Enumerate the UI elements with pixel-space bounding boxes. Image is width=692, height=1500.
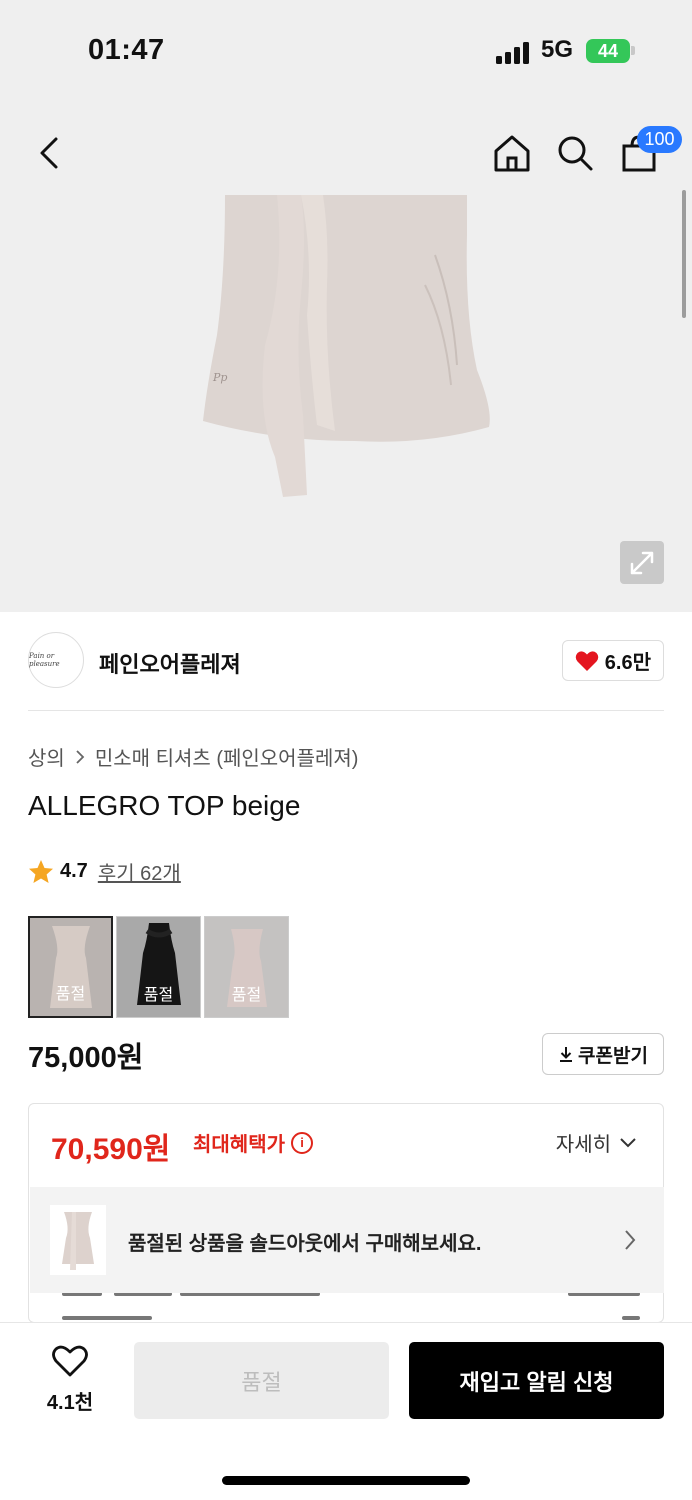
search-button[interactable] <box>552 130 598 176</box>
chevron-down-icon <box>620 1137 636 1147</box>
breadcrumb: 상의 민소매 티셔츠 (페인오어플레져) <box>28 742 358 771</box>
wishlist-button[interactable]: 4.1천 <box>40 1345 100 1415</box>
brand-logo-text: Pain or pleasure <box>29 652 60 668</box>
brand-like-button[interactable]: 6.6만 <box>561 640 664 681</box>
brand-name[interactable]: 페인오어플레져 <box>99 647 241 679</box>
home-indicator[interactable] <box>222 1476 470 1485</box>
product-price: 75,000원 <box>28 1042 144 1074</box>
network-label: 5G <box>541 36 574 63</box>
svg-text:Pp: Pp <box>212 371 227 384</box>
product-image-area[interactable]: Pp 01:47 5G 44 100 <box>0 0 692 612</box>
star-icon <box>29 859 53 883</box>
signal-icon <box>496 40 532 64</box>
max-benefit-text: 최대혜택가 <box>193 1134 285 1156</box>
download-icon <box>560 1047 573 1062</box>
divider <box>28 710 664 711</box>
banner-product-image <box>62 1212 94 1270</box>
search-icon <box>558 136 593 171</box>
coupon-label: 쿠폰받기 <box>578 1045 648 1067</box>
home-icon <box>494 135 530 172</box>
swatch-soldout-label: 품절 <box>143 987 174 1004</box>
status-bar: 01:47 5G 44 <box>0 0 692 100</box>
top-nav <box>0 120 692 184</box>
swatch-soldout-label: 품절 <box>55 986 86 1003</box>
info-icon[interactable]: i <box>291 1131 313 1154</box>
rating-row: 4.7 후기 62개 <box>28 857 181 886</box>
expand-icon <box>630 551 654 574</box>
cart-count-badge: 100 <box>637 126 682 153</box>
swatch-black[interactable]: 품절 <box>116 916 201 1018</box>
back-button[interactable] <box>26 130 72 176</box>
max-benefit-label: 최대혜택가 i <box>193 1128 313 1157</box>
chevron-right-icon <box>76 749 85 764</box>
soldout-banner[interactable]: 품절된 상품을 솔드아웃에서 구매해보세요. <box>30 1187 664 1293</box>
bottom-action-bar: 4.1천 품절 재입고 알림 신청 <box>0 1322 692 1500</box>
soldout-button: 품절 <box>134 1342 389 1419</box>
battery-icon: 44 <box>586 39 630 63</box>
scrollbar[interactable] <box>682 190 686 318</box>
brand-like-count: 6.6만 <box>604 652 651 674</box>
heart-outline-icon <box>52 1345 88 1377</box>
chevron-right-icon <box>625 1230 636 1250</box>
status-time: 01:47 <box>88 34 165 66</box>
battery-tip <box>631 46 635 55</box>
brand-logo[interactable]: Pain or pleasure <box>28 632 84 688</box>
banner-product-thumbnail <box>50 1205 106 1275</box>
soldout-banner-text: 품절된 상품을 솔드아웃에서 구매해보세요. <box>128 1233 482 1255</box>
back-icon <box>40 137 58 169</box>
battery-level: 44 <box>597 41 619 61</box>
wishlist-count: 4.1천 <box>46 1392 94 1414</box>
coupon-button[interactable]: 쿠폰받기 <box>542 1033 664 1075</box>
breadcrumb-category[interactable]: 상의 <box>28 742 65 771</box>
expand-image-button[interactable] <box>620 541 664 584</box>
color-swatches: 품절 품절 품절 <box>28 916 289 1018</box>
swatch-soldout-label: 품절 <box>231 987 262 1004</box>
max-benefit-price: 70,590원 <box>51 1133 171 1166</box>
breadcrumb-subcategory[interactable]: 민소매 티셔츠 (페인오어플레져) <box>95 742 359 771</box>
swatch-beige[interactable]: 품절 <box>28 916 113 1018</box>
product-title: ALLEGRO TOP beige <box>28 790 301 821</box>
restock-alert-button[interactable]: 재입고 알림 신청 <box>409 1342 664 1419</box>
rating-value: 4.7 <box>60 860 88 882</box>
home-button[interactable] <box>489 130 535 176</box>
detail-label: 자세히 <box>555 1134 611 1156</box>
swatch-pink[interactable]: 품절 <box>204 916 289 1018</box>
heart-filled-icon <box>575 650 599 671</box>
brand-row[interactable]: Pain or pleasure 페인오어플레져 6.6만 <box>28 632 664 692</box>
product-image: Pp <box>203 195 490 497</box>
review-link[interactable]: 후기 62개 <box>98 857 181 886</box>
benefit-detail-toggle[interactable]: 자세히 <box>556 1128 637 1157</box>
